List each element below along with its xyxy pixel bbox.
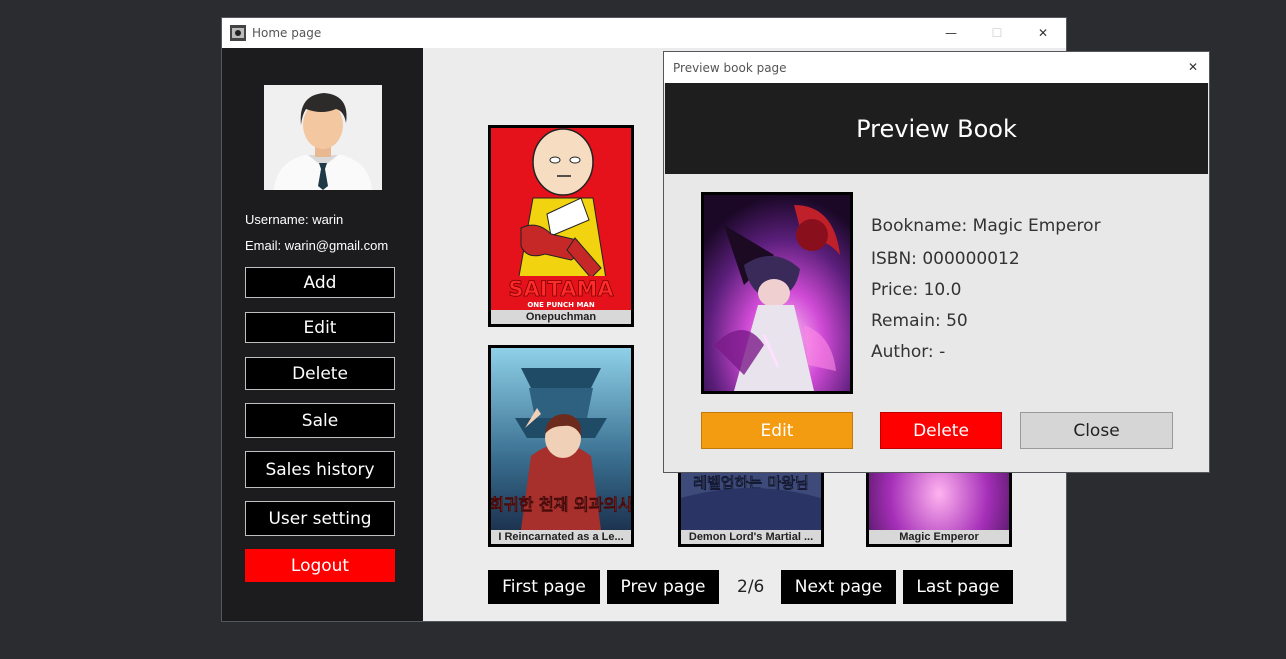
minimize-button[interactable]: — xyxy=(928,18,974,48)
avatar xyxy=(264,85,382,190)
last-page-button[interactable]: Last page xyxy=(903,570,1013,604)
book-cover-image: SAITAMA ONE PUNCH MAN xyxy=(491,128,631,310)
edit-button[interactable]: Edit xyxy=(245,312,395,343)
preview-cover-image xyxy=(701,192,853,394)
preview-book-dialog: Preview book page ✕ Preview Book Booknam… xyxy=(664,52,1209,472)
sales-history-button[interactable]: Sales history xyxy=(245,451,395,488)
dialog-header: Preview Book xyxy=(665,83,1208,174)
book-name: Magic Emperor xyxy=(869,530,1009,544)
dialog-titlebar[interactable]: Preview book page ✕ xyxy=(664,52,1209,83)
dialog-title: Preview book page xyxy=(673,60,787,75)
email-label: Email: warin@gmail.com xyxy=(245,238,389,253)
isbn-field: ISBN: 000000012 xyxy=(871,249,1020,269)
dialog-delete-button[interactable]: Delete xyxy=(880,412,1002,449)
cover-title-text: SAITAMA xyxy=(508,277,614,301)
book-name: I Reincarnated as a Le... xyxy=(491,530,631,544)
add-button[interactable]: Add xyxy=(245,267,395,298)
book-name: Onepuchman xyxy=(491,310,631,324)
cover-subtitle-text: ONE PUNCH MAN xyxy=(527,301,595,309)
first-page-button[interactable]: First page xyxy=(488,570,600,604)
prev-page-button[interactable]: Prev page xyxy=(607,570,719,604)
dialog-close-icon[interactable]: ✕ xyxy=(1170,52,1216,82)
author-field: Author: - xyxy=(871,342,946,362)
close-window-button[interactable]: ✕ xyxy=(1020,18,1066,48)
book-cover-image: 회귀한 천재 외과의사 xyxy=(491,348,631,530)
dialog-close-button[interactable]: Close xyxy=(1020,412,1173,449)
book-card[interactable]: 회귀한 천재 외과의사 I Reincarnated as a Le... xyxy=(488,345,634,547)
home-titlebar[interactable]: Home page — ☐ ✕ xyxy=(222,18,1066,48)
sale-button[interactable]: Sale xyxy=(245,403,395,438)
user-setting-button[interactable]: User setting xyxy=(245,501,395,536)
maximize-button[interactable]: ☐ xyxy=(974,18,1020,48)
page-indicator: 2/6 xyxy=(737,577,765,597)
delete-button[interactable]: Delete xyxy=(245,357,395,390)
bookname-field: Bookname: Magic Emperor xyxy=(871,216,1101,236)
remain-field: Remain: 50 xyxy=(871,311,968,331)
cover-title-text: 회귀한 천재 외과의사 xyxy=(491,495,631,514)
app-icon xyxy=(230,25,246,41)
username-label: Username: warin xyxy=(245,212,344,227)
dialog-edit-button[interactable]: Edit xyxy=(701,412,853,449)
book-name: Demon Lord's Martial ... xyxy=(681,530,821,544)
home-window-title: Home page xyxy=(252,26,322,40)
logout-button[interactable]: Logout xyxy=(245,549,395,582)
price-field: Price: 10.0 xyxy=(871,280,962,300)
book-card[interactable]: SAITAMA ONE PUNCH MAN Onepuchman xyxy=(488,125,634,327)
next-page-button[interactable]: Next page xyxy=(781,570,896,604)
sidebar: Username: warin Email: warin@gmail.com A… xyxy=(222,48,423,621)
